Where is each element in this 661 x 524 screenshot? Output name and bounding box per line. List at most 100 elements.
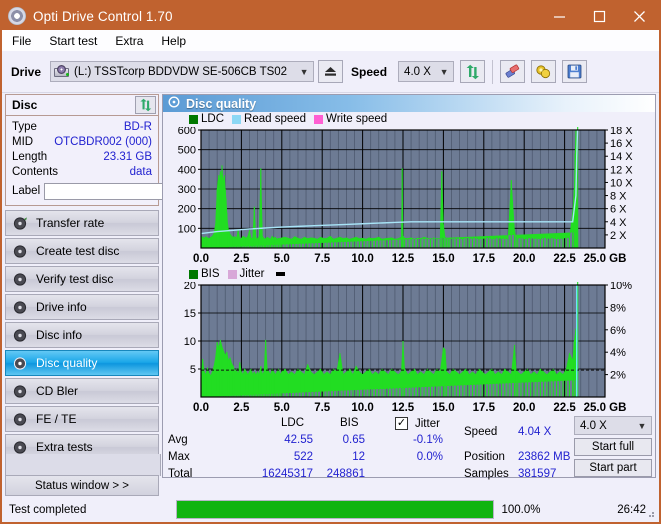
resize-grip[interactable] bbox=[644, 507, 655, 518]
sidebar-item-cd-bler[interactable]: CD Bler bbox=[5, 378, 159, 404]
status-window-button[interactable]: Status window > > bbox=[5, 475, 159, 496]
fe-te-icon bbox=[13, 412, 28, 427]
menu-help[interactable]: Help bbox=[153, 32, 194, 50]
sidebar-filler bbox=[5, 454, 161, 476]
max-bis-value: 12 bbox=[352, 451, 365, 463]
svg-text:17.5: 17.5 bbox=[473, 253, 496, 265]
progress-fill bbox=[177, 501, 493, 518]
sidebar-item-fe-te[interactable]: FE / TE bbox=[5, 406, 159, 432]
legend-marker-black bbox=[276, 272, 286, 276]
legend-label-write-speed: Write speed bbox=[326, 113, 388, 125]
total-bis-value: 248861 bbox=[326, 468, 365, 480]
speed-select[interactable]: 4.0 X ▼ bbox=[398, 61, 455, 82]
disc-type-value: BD-R bbox=[123, 120, 152, 133]
svg-text:7.5: 7.5 bbox=[314, 402, 331, 414]
progress-bar bbox=[176, 500, 494, 519]
svg-text:25.0 GB: 25.0 GB bbox=[584, 253, 627, 265]
save-button[interactable] bbox=[562, 60, 588, 83]
svg-text:20.0: 20.0 bbox=[513, 402, 535, 414]
panel-title: Disc quality bbox=[186, 96, 257, 111]
nav-list: Transfer rate Create test disc Verify te… bbox=[5, 210, 159, 460]
svg-text:15.0: 15.0 bbox=[432, 253, 454, 265]
svg-text:12.5: 12.5 bbox=[392, 253, 415, 265]
erase-button[interactable] bbox=[500, 60, 526, 83]
toolbar-divider bbox=[492, 59, 494, 84]
disc-quality-icon bbox=[13, 356, 28, 371]
legend-swatch-ldc bbox=[189, 114, 198, 124]
svg-text:15.0: 15.0 bbox=[432, 402, 454, 414]
disc-properties: Type BD-R MID OTCBDR002 (000) Length 23.… bbox=[6, 116, 248, 205]
speed-label: Speed bbox=[351, 64, 388, 79]
sidebar-item-disc-quality[interactable]: Disc quality bbox=[5, 350, 159, 376]
start-part-label: Start part bbox=[589, 462, 637, 474]
refresh-button[interactable] bbox=[460, 60, 486, 83]
chevron-down-icon: ▼ bbox=[637, 420, 647, 431]
samples-value: 381597 bbox=[518, 468, 557, 480]
result-speed-value: 4.0 X bbox=[580, 419, 607, 432]
menu-start-test[interactable]: Start test bbox=[41, 32, 105, 50]
menu-extra[interactable]: Extra bbox=[107, 32, 151, 50]
disc-type-label: Type bbox=[12, 120, 37, 133]
menu-bar: File Start test Extra Help bbox=[2, 30, 659, 52]
sidebar-label: Disc info bbox=[36, 328, 83, 342]
status-bar: Test completed 100.0% 26:42 bbox=[5, 500, 656, 519]
title-bar: Opti Drive Control 1.70 bbox=[2, 2, 659, 30]
legend-label-ldc: LDC bbox=[201, 113, 225, 125]
svg-text:2.5: 2.5 bbox=[233, 402, 250, 414]
svg-text:400: 400 bbox=[178, 164, 196, 176]
samples-label: Samples bbox=[464, 468, 509, 480]
col-header-bis: BIS bbox=[340, 417, 359, 429]
minimize-icon[interactable] bbox=[539, 2, 579, 30]
chevron-down-icon: ▼ bbox=[299, 66, 309, 77]
position-label: Position bbox=[464, 451, 505, 463]
start-full-button[interactable]: Start full bbox=[574, 438, 652, 456]
svg-text:2 X: 2 X bbox=[610, 230, 627, 242]
disc-panel-title: Disc bbox=[12, 98, 38, 112]
stats-area: LDC BIS Avg 42.55 0.65 Max 522 12 Total … bbox=[163, 415, 655, 480]
svg-text:5.0: 5.0 bbox=[274, 253, 290, 265]
svg-text:2.5: 2.5 bbox=[233, 253, 250, 265]
result-speed-select[interactable]: 4.0 X ▼ bbox=[574, 416, 652, 435]
legend-swatch-jitter bbox=[227, 269, 237, 279]
sidebar-item-disc-info[interactable]: Disc info bbox=[5, 322, 159, 348]
svg-text:10 X: 10 X bbox=[610, 177, 633, 189]
disc-refresh-button[interactable] bbox=[135, 96, 156, 114]
status-window-label: Status window > > bbox=[35, 479, 129, 492]
drive-select[interactable]: (L:) TSSTcorp BDDVDW SE-506CB TS02 ▼ bbox=[50, 61, 315, 82]
avg-ldc-value: 42.55 bbox=[284, 434, 313, 446]
disc-mid-label: MID bbox=[12, 135, 34, 148]
app-window: Opti Drive Control 1.70 File Start test … bbox=[0, 0, 661, 524]
legend-label-read-speed: Read speed bbox=[244, 113, 307, 125]
col-header-ldc: LDC bbox=[281, 417, 305, 429]
disc-quality-icon bbox=[168, 96, 180, 111]
ldc-legend: LDC Read speed Write speed bbox=[189, 113, 392, 125]
svg-text:100: 100 bbox=[178, 223, 196, 235]
jitter-checkbox[interactable]: ✓ bbox=[395, 417, 408, 430]
eject-button[interactable] bbox=[318, 60, 344, 83]
cd-bler-icon bbox=[13, 384, 28, 399]
sidebar-item-drive-info[interactable]: Drive info bbox=[5, 294, 159, 320]
start-part-button[interactable]: Start part bbox=[574, 459, 652, 477]
progress-percent: 100.0% bbox=[496, 500, 546, 519]
close-icon[interactable] bbox=[619, 2, 659, 30]
app-icon bbox=[8, 7, 26, 25]
disc-row-contents: Contents data bbox=[12, 164, 152, 179]
svg-text:4 X: 4 X bbox=[610, 217, 627, 229]
maximize-icon[interactable] bbox=[579, 2, 619, 30]
svg-text:5.0: 5.0 bbox=[274, 402, 290, 414]
sidebar-item-verify-test-disc[interactable]: Verify test disc bbox=[5, 266, 159, 292]
menu-file[interactable]: File bbox=[4, 32, 39, 50]
row-header-total: Total bbox=[168, 468, 193, 480]
tools-button[interactable] bbox=[531, 60, 557, 83]
sidebar-item-create-test-disc[interactable]: Create test disc bbox=[5, 238, 159, 264]
legend-swatch-write-speed bbox=[314, 114, 324, 124]
sidebar-item-transfer-rate[interactable]: Transfer rate bbox=[5, 210, 159, 236]
disc-quality-panel: Disc quality LDC Read speed Write speed … bbox=[162, 94, 656, 480]
svg-text:8 X: 8 X bbox=[610, 191, 627, 203]
svg-text:22.5: 22.5 bbox=[553, 253, 576, 265]
disc-row-type: Type BD-R bbox=[12, 119, 152, 134]
svg-text:6 X: 6 X bbox=[610, 204, 627, 216]
panel-header: Disc quality bbox=[163, 95, 655, 112]
svg-text:12 X: 12 X bbox=[610, 164, 633, 176]
drive-select-value: (L:) TSSTcorp BDDVDW SE-506CB TS02 bbox=[74, 65, 288, 78]
